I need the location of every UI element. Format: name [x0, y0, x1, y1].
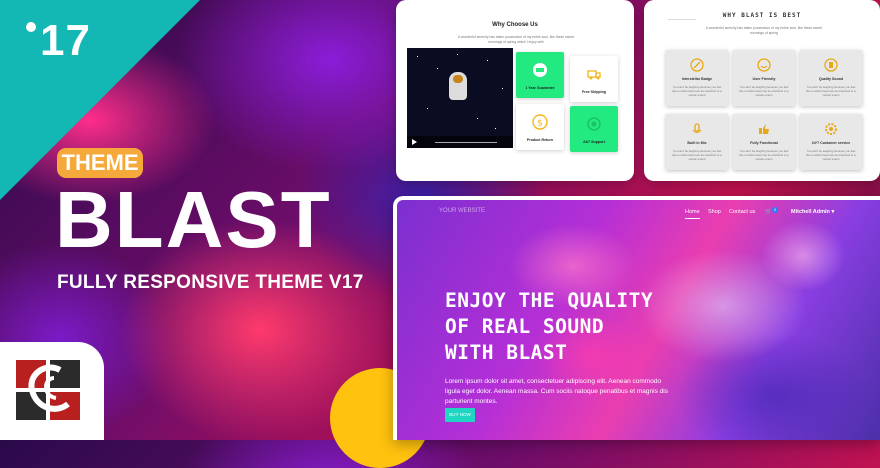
feature-card: $ Product Return [516, 104, 564, 150]
version-dot [26, 22, 36, 32]
best-title: WHY BLAST IS BEST [722, 12, 802, 19]
preview-why-choose-us: Why Choose Us A wonderful serenity has t… [396, 0, 634, 181]
best-tile: Quality Sound You can't be laughing beca… [800, 50, 862, 106]
feature-card: 1 Year Guarantee [516, 52, 564, 98]
nav-home[interactable]: Home [685, 209, 700, 219]
nav-contact[interactable]: Contact us [729, 209, 755, 215]
nav-shop[interactable]: Shop [708, 209, 721, 215]
cart-icon[interactable]: 🛒 [765, 209, 772, 215]
dollar-icon: $ [532, 114, 548, 130]
feature-card: Free Shipping [570, 56, 618, 102]
headset-icon [587, 117, 601, 131]
preview-website-hero: YOUR WEBSITE Home Shop Contact us 🛒 0 Mi… [393, 196, 880, 440]
theme-label: THEME [57, 148, 143, 178]
chevron-down-icon: ▾ [831, 209, 835, 215]
why-subtitle: A wonderful serenity has taken possessio… [458, 35, 574, 44]
astronaut-icon [449, 72, 467, 100]
smiley-icon [757, 58, 771, 72]
gear-icon [825, 123, 837, 135]
cart-count-badge: 0 [772, 207, 778, 213]
thumbs-up-icon [759, 124, 769, 134]
user-menu[interactable]: Mitchell Admin ▾ [791, 209, 834, 215]
best-subtitle: A wonderful serenity has taken possessio… [706, 26, 822, 35]
buy-now-button[interactable]: BUY NOW [445, 408, 475, 422]
badge-icon [533, 63, 547, 77]
hero-heading: ENJOY THE QUALITY OF REAL SOUND WITH BLA… [445, 289, 654, 364]
hero-paragraph: Lorem ipsum dolor sit amet, consectetuer… [445, 378, 668, 405]
company-logo-icon [16, 360, 80, 420]
why-title: Why Choose Us [492, 22, 538, 28]
divider [668, 19, 696, 20]
preview-why-blast-best: WHY BLAST IS BEST A wonderful serenity h… [644, 0, 880, 181]
svg-text:$: $ [537, 119, 543, 129]
version-badge: 17 [26, 16, 91, 66]
video-player[interactable] [407, 48, 513, 148]
feature-card: 24/7 Support [570, 106, 618, 152]
best-tile: Built in Mic You can't be laughing becau… [666, 114, 728, 170]
video-progress[interactable] [435, 142, 497, 143]
mic-icon [692, 123, 702, 134]
play-icon[interactable] [412, 139, 417, 145]
brand-title: BLAST [55, 175, 332, 264]
best-tile: 24*7 Customer service You can't be laugh… [800, 114, 862, 170]
truck-icon [587, 70, 601, 80]
version-number: 17 [40, 16, 91, 65]
best-tile: Interstellar Badge You can't be laughing… [666, 50, 728, 106]
speaker-icon [824, 58, 838, 72]
best-tile: User Friendly You can't be laughing beca… [733, 50, 795, 106]
best-tile: Fully Functional You can't be laughing b… [733, 114, 795, 170]
site-logo[interactable]: YOUR WEBSITE [439, 208, 485, 214]
rocket-icon [690, 58, 704, 72]
tagline: FULLY RESPONSIVE THEME V17 [57, 272, 364, 293]
